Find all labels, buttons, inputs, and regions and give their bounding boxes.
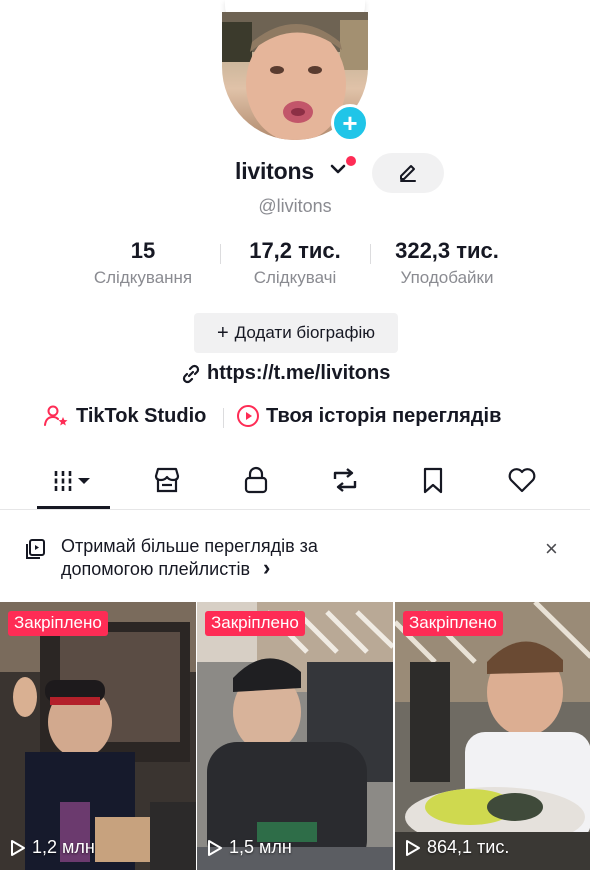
person-star-icon <box>44 405 68 426</box>
video-thumbnail-image <box>197 602 393 870</box>
stat-label: Слідкування <box>93 268 193 287</box>
stat-value: 17,2 тис. <box>249 238 341 263</box>
pinned-badge: Закріплено <box>205 611 305 636</box>
profile-link-text: https://t.me/livitons <box>207 362 391 384</box>
play-icon <box>11 839 25 856</box>
playlist-banner[interactable]: Отримай більше переглядів за допомогою п… <box>0 520 590 592</box>
stat-value: 15 <box>130 238 156 263</box>
lock-icon <box>244 466 268 494</box>
bookmark-icon <box>423 467 443 494</box>
stat-following[interactable]: 15 Слідкування <box>80 238 206 288</box>
stat-likes[interactable]: 322,3 тис. Уподобайки <box>378 238 516 288</box>
add-bio-button[interactable]: + Додати біографію <box>194 313 398 353</box>
tab-reposts[interactable] <box>315 450 375 510</box>
video-thumbnail-image <box>0 602 196 870</box>
profile-handle: @livitons <box>258 196 332 216</box>
close-icon[interactable]: × <box>545 536 558 562</box>
play-circle-icon <box>237 405 259 427</box>
chevron-right-icon: › <box>263 555 271 580</box>
video-grid: Закріплено 1,2 млн Закріплено 1,5 млн За… <box>0 602 590 870</box>
profile-tabs <box>0 450 590 510</box>
stat-followers[interactable]: 17,2 тис. Слідкувачі <box>230 238 360 288</box>
view-count-text: 1,5 млн <box>229 837 292 857</box>
banner-message: Отримай більше переглядів за допомогою п… <box>61 536 318 579</box>
plus-icon: + <box>216 321 229 344</box>
play-icon <box>208 839 222 856</box>
add-avatar-button[interactable]: + <box>331 104 369 142</box>
view-count: 1,5 млн <box>207 837 292 858</box>
repost-icon <box>333 468 357 492</box>
profile-link[interactable]: https://t.me/livitons <box>180 362 390 385</box>
shop-icon <box>154 467 180 493</box>
add-bio-label: Додати біографію <box>234 323 376 342</box>
stat-divider <box>370 244 371 264</box>
pinned-badge: Закріплено <box>403 611 503 636</box>
tab-private[interactable] <box>226 450 286 510</box>
tab-shop[interactable] <box>137 450 197 510</box>
tiktok-studio-label: TikTok Studio <box>76 404 207 427</box>
tiktok-studio-link[interactable]: TikTok Studio <box>44 404 206 428</box>
stat-label: Уподобайки <box>400 268 494 287</box>
quick-links-divider <box>223 408 224 428</box>
playlist-icon <box>26 539 45 559</box>
notification-dot <box>346 156 356 166</box>
stat-divider <box>220 244 221 264</box>
video-thumbnail[interactable]: Закріплено 864,1 тис. <box>395 602 590 870</box>
edit-profile-button[interactable] <box>372 153 444 193</box>
banner-text: Отримай більше переглядів за допомогою п… <box>61 535 381 580</box>
stat-label: Слідкувачі <box>253 268 337 287</box>
view-count-text: 864,1 тис. <box>427 837 510 857</box>
tab-videos[interactable] <box>37 450 110 510</box>
username-row: livitons <box>0 156 590 190</box>
view-count-text: 1,2 млн <box>32 837 95 857</box>
pencil-icon <box>400 165 416 182</box>
active-tab-indicator <box>37 506 110 509</box>
heart-icon <box>508 468 536 493</box>
grid-icon <box>54 471 90 491</box>
video-thumbnail[interactable]: Закріплено 1,2 млн <box>0 602 196 870</box>
tab-favorites[interactable] <box>403 450 463 510</box>
view-count: 864,1 тис. <box>405 837 509 858</box>
stat-value: 322,3 тис. <box>395 238 499 263</box>
link-icon <box>182 364 200 383</box>
chevron-down-icon[interactable] <box>330 162 346 181</box>
watch-history-label: Твоя історія переглядів <box>266 404 502 427</box>
view-count: 1,2 млн <box>10 837 95 858</box>
username[interactable]: livitons <box>235 158 314 185</box>
video-thumbnail[interactable]: Закріплено 1,5 млн <box>197 602 393 870</box>
tab-liked[interactable] <box>492 450 552 510</box>
video-thumbnail-image <box>395 602 590 870</box>
play-icon <box>406 839 420 856</box>
watch-history-link[interactable]: Твоя історія переглядів <box>236 404 501 428</box>
pinned-badge: Закріплено <box>8 611 108 636</box>
